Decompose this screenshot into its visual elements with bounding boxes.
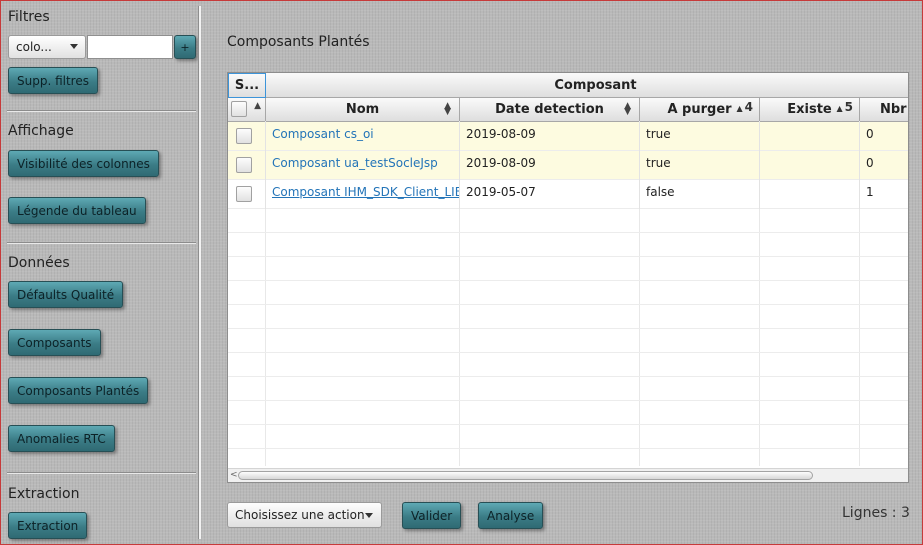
select-all-checkbox[interactable] xyxy=(231,101,247,117)
nom-cell: Composant ua_testSocleJsp xyxy=(266,151,460,180)
empty-row xyxy=(228,329,908,353)
date-cell: 2019-08-09 xyxy=(460,151,640,180)
scrollbar-thumb[interactable] xyxy=(238,471,813,480)
select-all-header[interactable]: ▲ xyxy=(228,98,266,122)
empty-row xyxy=(228,449,908,469)
components-table: S... Composant ▲ Nom ▲ ▼ Date detection ▲… xyxy=(227,72,909,483)
horizontal-scrollbar[interactable]: < xyxy=(228,468,908,482)
action-select[interactable]: Choisissez une action xyxy=(227,502,382,528)
composant-group-header: Composant xyxy=(266,73,908,98)
table-row[interactable]: Composant cs_oi 2019-08-09 true 0 xyxy=(228,122,908,151)
row-count: Lignes : 3 xyxy=(842,505,910,521)
chevron-down-icon xyxy=(365,513,373,518)
sort-icon: ▲ ▼ xyxy=(444,101,451,117)
column-header-label: Nbr xyxy=(880,102,907,117)
select-cell xyxy=(228,122,266,151)
purger-cell: true xyxy=(640,122,760,151)
table-row[interactable]: Composant IHM_SDK_Client_LIB 2019-05-07 … xyxy=(228,180,908,209)
column-header-label: A purger xyxy=(667,102,732,117)
analyse-button[interactable]: Analyse xyxy=(478,502,544,529)
filter-search-input[interactable] xyxy=(87,35,173,59)
select-cell xyxy=(228,151,266,180)
vertical-divider xyxy=(198,6,201,539)
component-link[interactable]: Composant IHM_SDK_Client_LIB xyxy=(272,185,459,199)
component-link[interactable]: Composant cs_oi xyxy=(272,127,374,141)
sort-up-icon: ▲ xyxy=(736,104,743,113)
sort-icon: ▲ xyxy=(254,101,261,111)
nom-cell: Composant cs_oi xyxy=(266,122,460,151)
chevron-down-icon xyxy=(70,44,78,49)
existe-cell xyxy=(760,151,860,180)
page-title: Composants Plantés xyxy=(227,34,370,50)
column-header-label: Date detection xyxy=(495,102,604,117)
nbr-cell: 1 xyxy=(866,185,874,199)
column-header-nom[interactable]: Nom ▲ ▼ xyxy=(266,98,460,122)
row-checkbox[interactable] xyxy=(236,128,252,144)
column-header-label: Nom xyxy=(345,102,380,117)
scroll-left-icon[interactable]: < xyxy=(230,470,238,480)
validate-button[interactable]: Valider xyxy=(402,502,462,529)
table-row[interactable]: Composant ua_testSocleJsp 2019-08-09 tru… xyxy=(228,151,908,180)
sort-order-number: 4 xyxy=(744,100,753,114)
empty-row xyxy=(228,305,908,329)
filtres-title: Filtres xyxy=(8,9,50,25)
sidebar: Filtres colo... + Supp. filtres Affichag… xyxy=(0,0,198,545)
existe-cell xyxy=(760,180,860,209)
sort-order-number: 5 xyxy=(844,100,853,114)
component-link[interactable]: Composant ua_testSocleJsp xyxy=(272,156,438,170)
quality-defaults-button[interactable]: Défaults Qualité xyxy=(8,281,124,308)
empty-row xyxy=(228,281,908,305)
sort-icon: ▲ ▼ xyxy=(624,101,631,117)
row-checkbox[interactable] xyxy=(236,157,252,173)
nom-cell: Composant IHM_SDK_Client_LIB xyxy=(266,180,460,209)
separator xyxy=(7,110,196,112)
extraction-title: Extraction xyxy=(8,486,80,502)
purger-cell: false xyxy=(640,180,760,209)
components-button[interactable]: Composants xyxy=(8,329,101,356)
clear-filters-button[interactable]: Supp. filtres xyxy=(8,67,98,94)
action-select-value: Choisissez une action xyxy=(235,508,365,522)
existe-cell xyxy=(760,122,860,151)
rtc-anomalies-button[interactable]: Anomalies RTC xyxy=(8,425,115,452)
row-checkbox[interactable] xyxy=(236,186,252,202)
empty-row xyxy=(228,353,908,377)
date-cell: 2019-08-09 xyxy=(460,122,640,151)
column-visibility-button[interactable]: Visibilité des colonnes xyxy=(8,150,159,177)
extraction-button[interactable]: Extraction xyxy=(8,512,88,539)
empty-row xyxy=(228,425,908,449)
column-header-date[interactable]: Date detection ▲ ▼ xyxy=(460,98,640,122)
separator xyxy=(7,472,196,474)
sort-order-badge: ▲ 5 xyxy=(836,100,853,114)
column-header-label: Existe xyxy=(787,102,832,117)
sort-order-badge: ▲ 4 xyxy=(736,100,753,114)
select-column-header[interactable]: S... xyxy=(228,73,266,98)
empty-row xyxy=(228,377,908,401)
affichage-title: Affichage xyxy=(8,123,74,139)
crashed-components-button[interactable]: Composants Plantés xyxy=(8,377,149,404)
empty-row xyxy=(228,257,908,281)
sort-up-icon: ▲ xyxy=(836,104,843,113)
empty-row xyxy=(228,233,908,257)
purger-cell: true xyxy=(640,151,760,180)
nbr-cell: 0 xyxy=(866,127,874,141)
empty-row xyxy=(228,209,908,233)
filter-column-select[interactable]: colo... xyxy=(8,35,86,59)
column-header-existe[interactable]: Existe ▲ 5 xyxy=(760,98,860,122)
table-legend-button[interactable]: Légende du tableau xyxy=(8,197,146,224)
column-header-nbr[interactable]: Nbr xyxy=(860,98,908,122)
date-cell: 2019-05-07 xyxy=(460,180,640,209)
separator xyxy=(7,242,196,244)
filter-column-value: colo... xyxy=(16,40,52,54)
add-filter-button[interactable]: + xyxy=(174,35,196,59)
donnees-title: Données xyxy=(8,255,70,271)
select-cell xyxy=(228,180,266,209)
nbr-cell: 0 xyxy=(866,156,874,170)
empty-row xyxy=(228,401,908,425)
column-header-purger[interactable]: A purger ▲ 4 xyxy=(640,98,760,122)
